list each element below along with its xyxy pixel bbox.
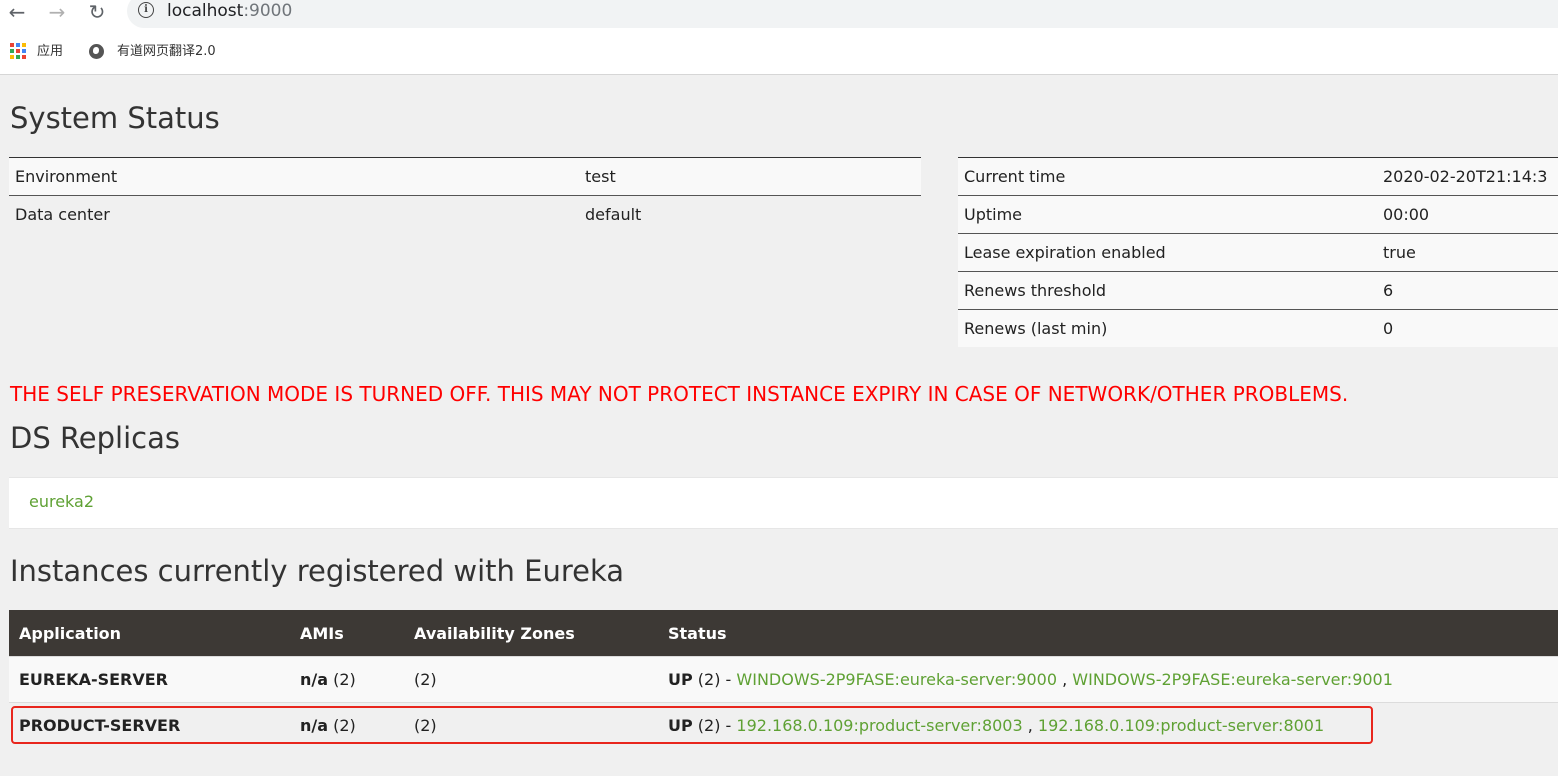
- amis-cell: n/a (2): [290, 702, 404, 748]
- table-row: Data center default: [9, 195, 921, 233]
- ds-replicas-list: eureka2: [9, 477, 1558, 529]
- lease-expiration-label: Lease expiration enabled: [958, 233, 1377, 272]
- table-row: Uptime 00:00: [958, 195, 1558, 234]
- url-host: localhost: [167, 1, 244, 21]
- self-preservation-warning: THE SELF PRESERVATION MODE IS TURNED OFF…: [10, 382, 1349, 406]
- separator: ,: [1057, 670, 1073, 689]
- separator: ,: [1022, 716, 1038, 735]
- replica-link[interactable]: eureka2: [29, 492, 94, 511]
- ds-replicas-heading: DS Replicas: [10, 421, 180, 455]
- instance-link[interactable]: WINDOWS-2P9FASE:eureka-server:9000: [736, 670, 1057, 689]
- address-bar: ← → ↻ i localhost:9000: [0, 0, 1558, 31]
- uptime-value: 00:00: [1377, 195, 1558, 234]
- table-row: Lease expiration enabled true: [958, 233, 1558, 272]
- table-header-row: Application AMIs Availability Zones Stat…: [9, 610, 1558, 657]
- app-name: EUREKA-SERVER: [9, 656, 290, 703]
- status-count: (2) -: [692, 670, 737, 689]
- amis-count: (2): [328, 716, 356, 735]
- info-icon[interactable]: i: [138, 2, 154, 18]
- current-time-label: Current time: [958, 157, 1377, 196]
- zones-cell: (2): [404, 702, 658, 748]
- bookmark-youdao[interactable]: 有道网页翻译2.0: [117, 44, 216, 60]
- env-label: Environment: [9, 157, 579, 196]
- amis-cell: n/a (2): [290, 656, 404, 703]
- datacenter-value: default: [579, 195, 921, 233]
- renews-threshold-label: Renews threshold: [958, 271, 1377, 310]
- lease-expiration-value: true: [1377, 233, 1558, 272]
- table-row: Renews (last min) 0: [958, 309, 1558, 347]
- forward-arrow-icon[interactable]: →: [44, 0, 70, 26]
- url-port: :9000: [243, 1, 293, 21]
- env-value: test: [579, 157, 921, 196]
- col-availability-zones: Availability Zones: [404, 610, 658, 657]
- table-row: EUREKA-SERVER n/a (2) (2) UP (2) - WINDO…: [9, 656, 1558, 703]
- instance-link[interactable]: 192.168.0.109:product-server:8001: [1038, 716, 1324, 735]
- instances-heading: Instances currently registered with Eure…: [10, 554, 625, 588]
- system-status-left-table: Environment test Data center default: [9, 157, 921, 233]
- table-row: Environment test: [9, 157, 921, 196]
- url-field[interactable]: [127, 0, 1558, 28]
- reload-icon[interactable]: ↻: [84, 0, 110, 26]
- bookmark-apps[interactable]: 应用: [37, 44, 63, 60]
- uptime-label: Uptime: [958, 195, 1377, 234]
- current-time-value: 2020-02-20T21:14:3: [1377, 157, 1558, 196]
- apps-grid-icon[interactable]: [10, 43, 26, 59]
- status-count: (2) -: [692, 716, 737, 735]
- col-status: Status: [658, 610, 1558, 657]
- status-up: UP: [668, 670, 693, 689]
- status-cell: UP (2) - 192.168.0.109:product-server:80…: [658, 702, 1558, 748]
- amis-count: (2): [328, 670, 356, 689]
- instance-link[interactable]: WINDOWS-2P9FASE:eureka-server:9001: [1072, 670, 1393, 689]
- url-text[interactable]: localhost:9000: [167, 0, 292, 22]
- system-status-right-table: Current time 2020-02-20T21:14:3 Uptime 0…: [958, 157, 1558, 347]
- table-row: Current time 2020-02-20T21:14:3: [958, 157, 1558, 196]
- status-cell: UP (2) - WINDOWS-2P9FASE:eureka-server:9…: [658, 656, 1558, 703]
- col-application: Application: [9, 610, 290, 657]
- instance-link[interactable]: 192.168.0.109:product-server:8003: [736, 716, 1022, 735]
- instances-table: Application AMIs Availability Zones Stat…: [9, 610, 1558, 748]
- col-amis: AMIs: [290, 610, 404, 657]
- app-name: PRODUCT-SERVER: [9, 702, 290, 748]
- table-row: Renews threshold 6: [958, 271, 1558, 310]
- amis-value: n/a: [300, 716, 329, 735]
- globe-icon: [89, 44, 104, 59]
- amis-value: n/a: [300, 670, 329, 689]
- back-arrow-icon[interactable]: ←: [4, 0, 30, 26]
- renews-last-min-value: 0: [1377, 309, 1558, 347]
- status-up: UP: [668, 716, 693, 735]
- system-status-heading: System Status: [10, 101, 220, 135]
- bookmarks-bar: [0, 31, 1558, 75]
- table-row: PRODUCT-SERVER n/a (2) (2) UP (2) - 192.…: [9, 702, 1558, 748]
- renews-last-min-label: Renews (last min): [958, 309, 1377, 347]
- zones-cell: (2): [404, 656, 658, 703]
- renews-threshold-value: 6: [1377, 271, 1558, 310]
- datacenter-label: Data center: [9, 195, 579, 233]
